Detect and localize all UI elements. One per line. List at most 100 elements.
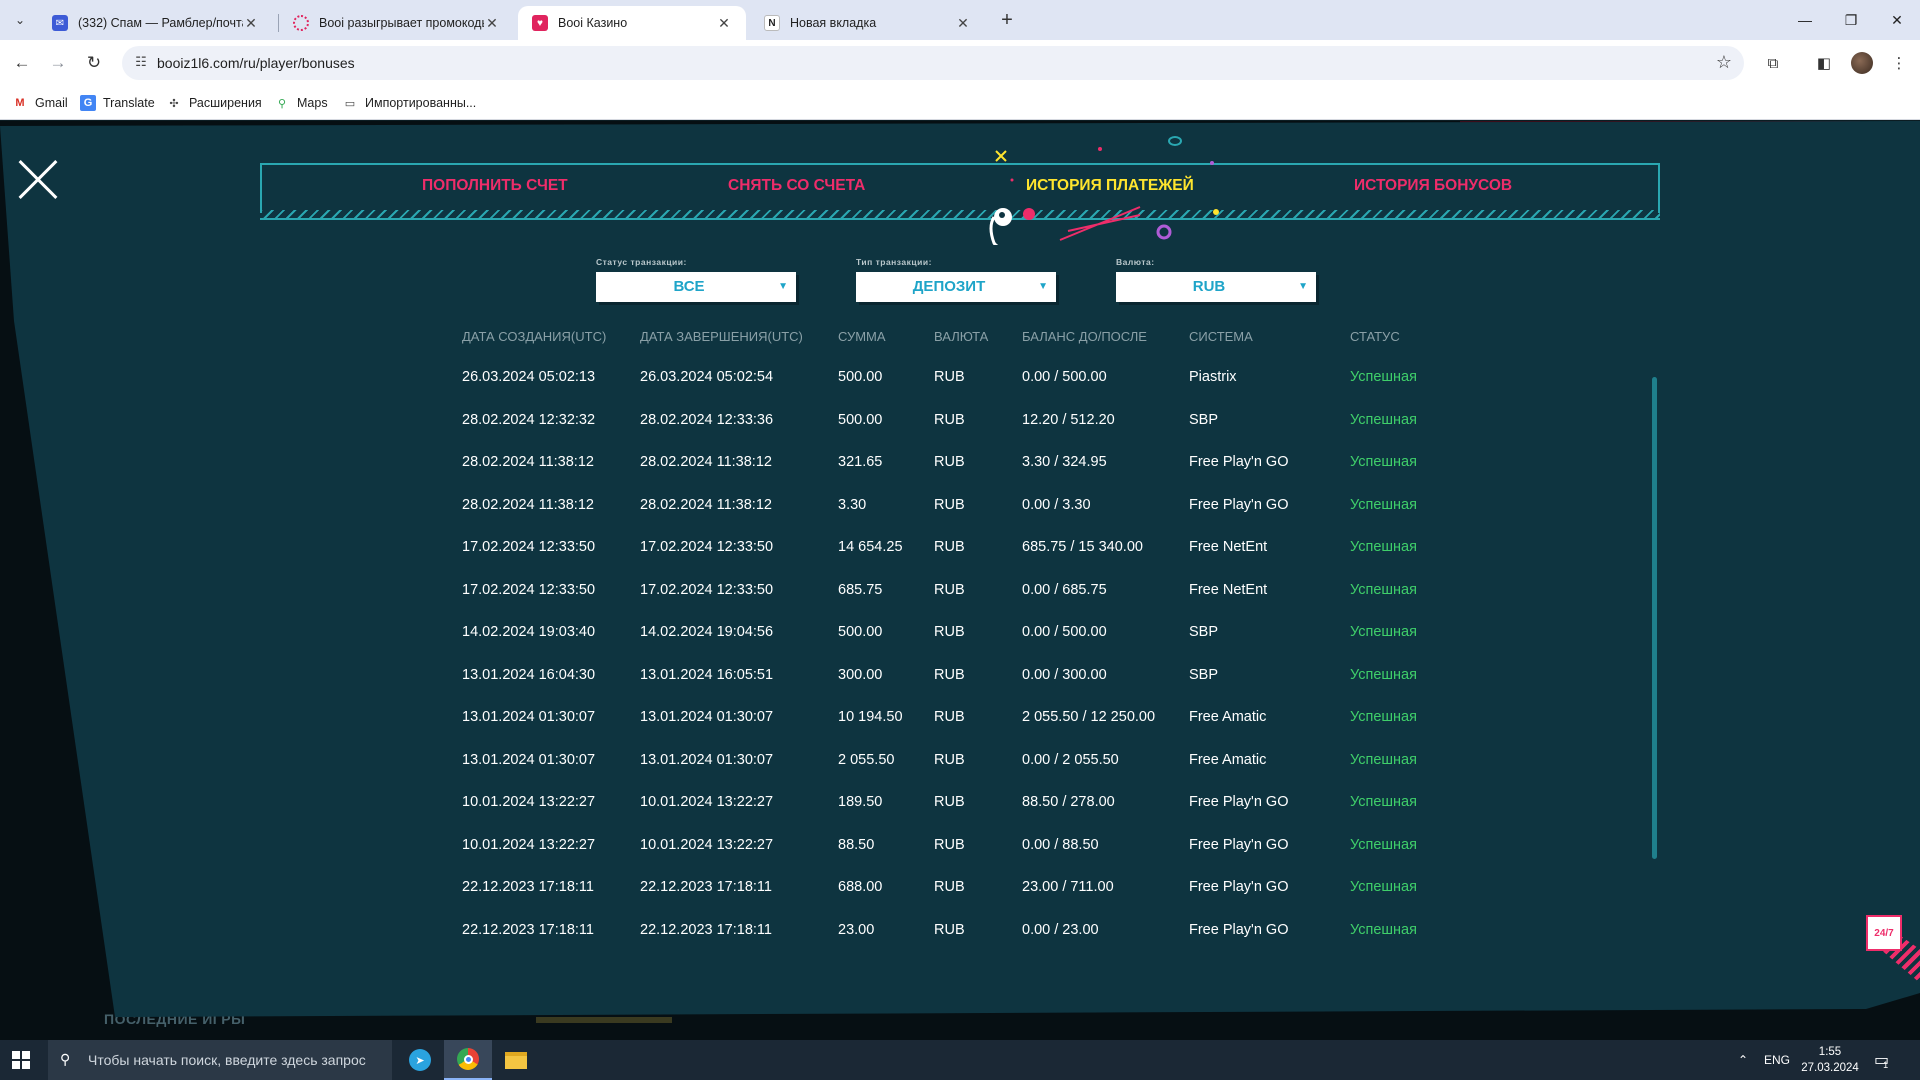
- new-tab-button[interactable]: +: [995, 8, 1019, 32]
- tab-close-icon[interactable]: ✕: [716, 15, 732, 32]
- dropdown-arrow-icon: ▼: [1298, 281, 1308, 292]
- table-row: 22.12.2023 17:18:11 22.12.2023 17:18:11 68…: [462, 879, 1462, 922]
- clock-time: 1:55: [1818, 1046, 1842, 1058]
- status-cell: Успешная: [1350, 921, 1417, 938]
- amount-cell: 688.00: [838, 879, 883, 895]
- tab-close-icon[interactable]: ✕: [484, 15, 500, 32]
- tab-bonus-history[interactable]: ИСТОРИЯ БОНУСОВ: [1354, 177, 1512, 195]
- system-cell: Free Play'n GO: [1189, 836, 1289, 853]
- forward-icon[interactable]: →: [44, 49, 72, 77]
- created-date-cell: 17.02.2024 12:33:50: [462, 581, 596, 598]
- status-cell: Успешная: [1350, 709, 1417, 725]
- tray-overflow-icon[interactable]: ⌃: [1738, 1040, 1748, 1080]
- system-cell: Free Amatic: [1189, 751, 1267, 768]
- bookmark-star-icon[interactable]: ☆: [1716, 52, 1732, 73]
- file-explorer-app-icon[interactable]: [492, 1040, 540, 1080]
- system-cell: Free Play'n GO: [1189, 921, 1289, 938]
- windows-taskbar: ⚲ Чтобы начать поиск, введите здесь запр…: [0, 1040, 1920, 1080]
- table-scroll-area[interactable]: ДАТА СОЗДАНИЯ(UTC) ДАТА ЗАВЕРШЕНИЯ(UTC) СУ…: [462, 329, 1462, 1042]
- tab-close-icon[interactable]: ✕: [243, 15, 259, 32]
- currency-cell: RUB: [934, 921, 965, 938]
- windows-start-icon[interactable]: [12, 1051, 30, 1069]
- url-text: booiz1l6.com/ru/player/bonuses: [157, 55, 355, 71]
- system-cell: Free NetEnt: [1189, 581, 1268, 598]
- telegram-app-icon[interactable]: ➤: [396, 1040, 444, 1080]
- system-cell: Free Amatic: [1189, 709, 1267, 725]
- close-modal-icon[interactable]: [18, 159, 58, 199]
- created-date-cell: 13.01.2024 16:04:30: [462, 666, 596, 683]
- support-chat-button[interactable]: 24/7: [1866, 915, 1902, 951]
- table-row: 28.02.2024 12:32:32 28.02.2024 12:33:36 50…: [462, 412, 1462, 455]
- search-icon: ⚲: [60, 1051, 71, 1067]
- currency-cell: RUB: [934, 836, 965, 853]
- type-filter-select[interactable]: ДЕПОЗИТ ▼: [856, 272, 1056, 302]
- status-filter-select[interactable]: ВСЕ ▼: [596, 272, 796, 302]
- site-info-icon[interactable]: ☷: [132, 54, 150, 72]
- taskbar-clock[interactable]: 1:55 27.03.2024: [1800, 1044, 1860, 1076]
- tab-withdraw[interactable]: СНЯТЬ СО СЧЕТА: [728, 177, 865, 195]
- col-balance-header: БАЛАНС ДО/ПОСЛЕ: [1022, 329, 1147, 344]
- tab-deposit[interactable]: ПОПОЛНИТЬ СЧЕТ: [422, 177, 568, 195]
- minimize-icon[interactable]: ―: [1782, 0, 1828, 40]
- menu-kebab-icon[interactable]: ⋮: [1886, 50, 1912, 76]
- system-cell: SBP: [1189, 411, 1219, 428]
- dropdown-arrow-icon: ▼: [1038, 281, 1048, 292]
- tab-search-button[interactable]: ⌄: [8, 8, 32, 32]
- created-date-cell: 10.01.2024 13:22:27: [462, 836, 596, 853]
- table-scrollbar[interactable]: [1652, 377, 1657, 859]
- profile-avatar[interactable]: [1851, 52, 1873, 74]
- booi-favicon-icon: ♥: [532, 15, 548, 31]
- notifications-button[interactable]: ▭ 1: [1874, 1040, 1889, 1080]
- support-widget[interactable]: 24/7: [1864, 915, 1920, 983]
- amount-cell: 685.75: [838, 581, 883, 598]
- map-pin-icon: ⚲: [277, 97, 287, 110]
- created-date-cell: 17.02.2024 12:33:50: [462, 539, 596, 555]
- back-icon[interactable]: ←: [8, 49, 36, 77]
- bookmark-imported-folder[interactable]: ▭ Импортированны...: [342, 93, 476, 113]
- created-date-cell: 13.01.2024 01:30:07: [462, 751, 596, 768]
- balance-cell: 0.00 / 88.50: [1022, 836, 1099, 853]
- completed-date-cell: 13.01.2024 01:30:07: [640, 709, 774, 725]
- language-indicator[interactable]: ENG: [1764, 1040, 1790, 1080]
- bookmark-extensions[interactable]: ✣ Расширения: [166, 93, 261, 113]
- status-cell: Успешная: [1350, 879, 1417, 895]
- restore-icon[interactable]: ❐: [1828, 0, 1874, 40]
- address-bar[interactable]: ☷ booiz1l6.com/ru/player/bonuses ☆: [122, 46, 1744, 80]
- browser-tab-rambler[interactable]: ✉ (332) Спам — Рамблер/почта ✕: [38, 6, 273, 40]
- bookmark-maps[interactable]: ⚲ Maps: [274, 93, 328, 113]
- table-row: 22.12.2023 17:18:11 22.12.2023 17:18:11 23…: [462, 922, 1462, 965]
- created-date-cell: 28.02.2024 11:38:12: [462, 496, 594, 513]
- currency-cell: RUB: [934, 879, 965, 895]
- window-close-icon[interactable]: ✕: [1874, 0, 1920, 40]
- amount-cell: 500.00: [838, 411, 883, 428]
- clock-date: 27.03.2024: [1801, 1062, 1859, 1074]
- bookmark-gmail[interactable]: M Gmail: [12, 93, 67, 113]
- taskbar-search-box[interactable]: ⚲ Чтобы начать поиск, введите здесь запр…: [48, 1040, 392, 1080]
- bookmark-translate[interactable]: G Translate: [80, 93, 155, 113]
- col-amount-header: СУММА: [838, 329, 886, 344]
- browser-tab-booi-promo[interactable]: Booi разыгрывает промокоды ✕: [279, 6, 514, 40]
- bookmark-label: Maps: [297, 96, 328, 110]
- table-row: 14.02.2024 19:03:40 14.02.2024 19:04:56 50…: [462, 624, 1462, 667]
- completed-date-cell: 28.02.2024 12:33:36: [640, 411, 774, 428]
- status-cell: Успешная: [1350, 624, 1417, 640]
- amount-cell: 10 194.50: [838, 709, 903, 725]
- translate-icon: G: [80, 95, 96, 111]
- chrome-app-icon[interactable]: [444, 1040, 492, 1080]
- balance-cell: 0.00 / 2 055.50: [1022, 751, 1119, 768]
- tab-close-icon[interactable]: ✕: [955, 15, 971, 32]
- created-date-cell: 10.01.2024 13:22:27: [462, 794, 596, 810]
- col-completed-header: ДАТА ЗАВЕРШЕНИЯ(UTC): [640, 329, 803, 344]
- currency-cell: RUB: [934, 539, 965, 555]
- side-panel-icon[interactable]: ◧: [1811, 50, 1837, 76]
- browser-tab-booi-casino[interactable]: ♥ Booi Казино ✕: [518, 6, 746, 40]
- reload-icon[interactable]: ↻: [80, 49, 108, 77]
- system-cell: SBP: [1189, 624, 1219, 640]
- mail-icon: ✉: [52, 15, 68, 31]
- amount-cell: 500.00: [838, 624, 883, 640]
- currency-filter-label: Валюта:: [1116, 257, 1155, 267]
- currency-filter-select[interactable]: RUB ▼: [1116, 272, 1316, 302]
- bookmark-label: Translate: [103, 96, 155, 110]
- browser-tab-new[interactable]: N Новая вкладка ✕: [750, 6, 985, 40]
- extensions-icon[interactable]: ⧉: [1760, 50, 1786, 76]
